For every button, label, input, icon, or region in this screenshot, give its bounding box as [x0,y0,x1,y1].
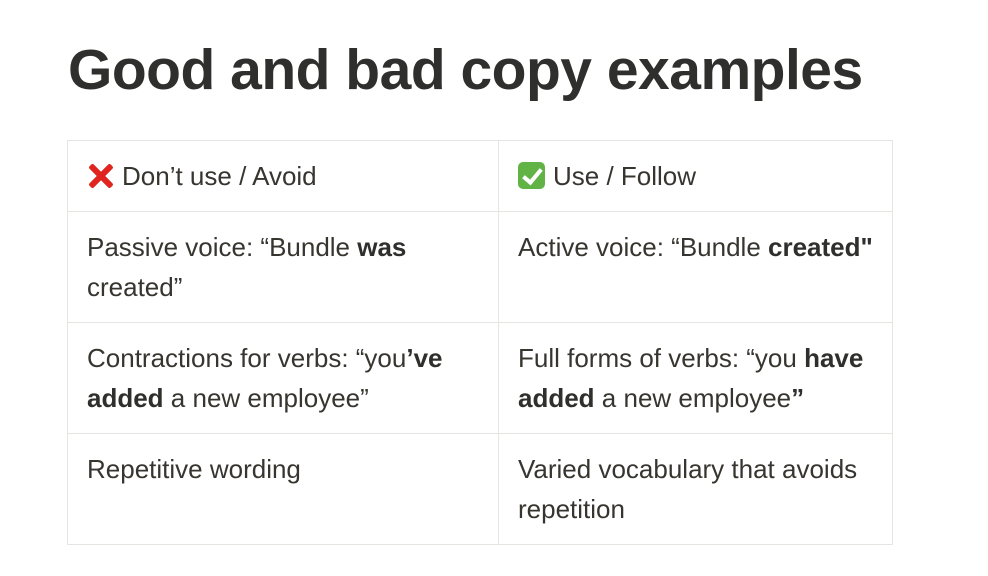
table-row: Passive voice: “Bundle was created” Acti… [67,211,893,323]
table-header-row: Don’t use / Avoid Use / Follow [67,140,893,212]
cell-text-bold: ” [791,383,805,413]
cell-text: Active voice: “Bundle [518,232,769,262]
cell-text: Varied vocabulary that avoids repetition [518,454,858,524]
table-row: Contractions for verbs: “you’ve added a … [67,322,893,434]
cell-text-bold: was [357,232,407,262]
follow-cell: Active voice: “Bundle created" [498,211,893,323]
page-title: Good and bad copy examples [68,38,863,102]
avoid-cell: Contractions for verbs: “you’ve added a … [67,322,499,434]
cell-text: a new employee” [163,383,369,413]
table-row: Repetitive wording Varied vocabulary tha… [67,433,893,545]
cell-text: Contractions for verbs: “you [87,343,407,373]
header-cell-avoid: Don’t use / Avoid [67,140,499,212]
cross-mark-icon [87,162,114,189]
avoid-cell: Repetitive wording [67,433,499,545]
header-cell-follow: Use / Follow [498,140,893,212]
check-mark-icon [518,162,545,189]
cell-text: Full forms of verbs: “you [518,343,805,373]
cell-text: a new employee [594,383,792,413]
cell-text: Passive voice: “Bundle [87,232,358,262]
follow-cell: Varied vocabulary that avoids repetition [498,433,893,545]
avoid-cell: Passive voice: “Bundle was created” [67,211,499,323]
header-label-follow: Use / Follow [553,161,697,191]
cell-text: created” [87,272,183,302]
cell-text-bold: created" [768,232,873,262]
cell-text: Repetitive wording [87,454,301,484]
copy-examples-table: Don’t use / Avoid Use / Follow Passive v… [67,140,893,545]
header-label-avoid: Don’t use / Avoid [122,161,317,191]
follow-cell: Full forms of verbs: “you have added a n… [498,322,893,434]
